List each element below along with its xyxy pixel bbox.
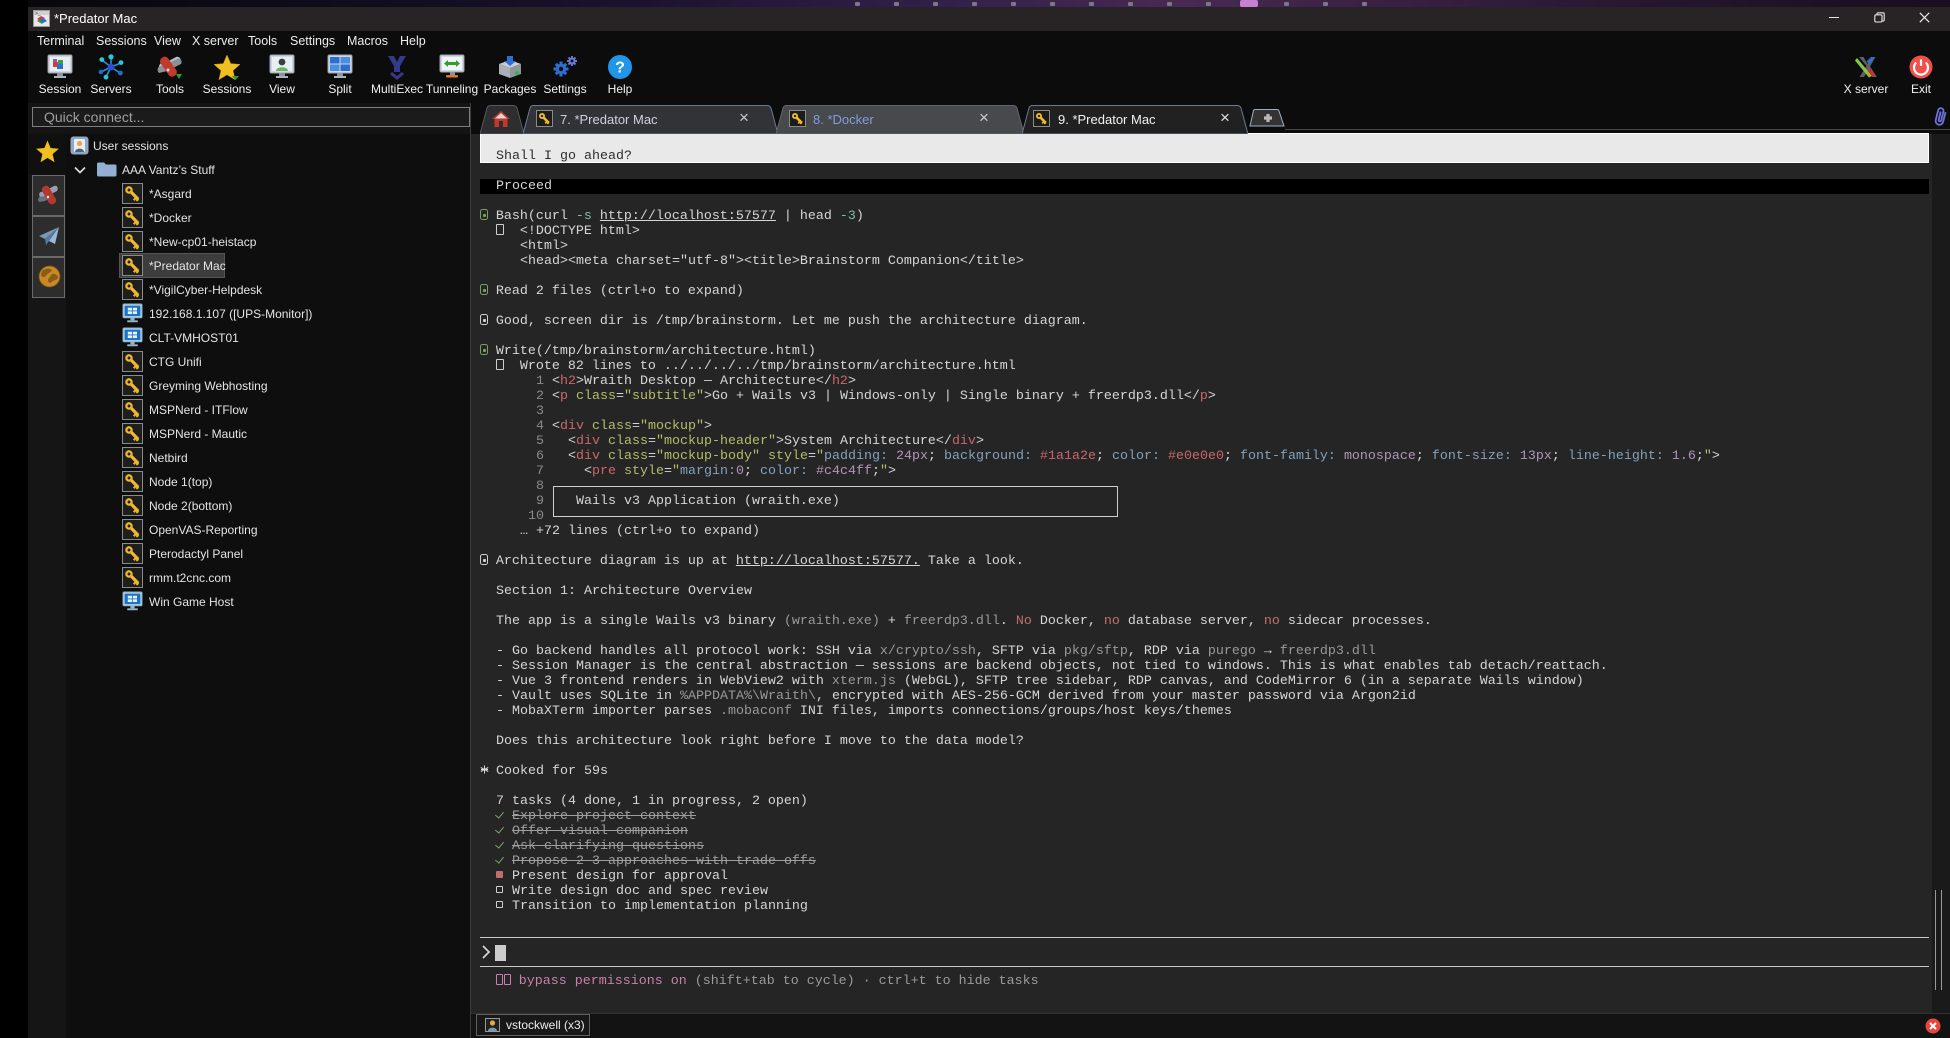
- svg-text:?: ?: [615, 60, 625, 77]
- svg-text:>_: >_: [35, 11, 41, 17]
